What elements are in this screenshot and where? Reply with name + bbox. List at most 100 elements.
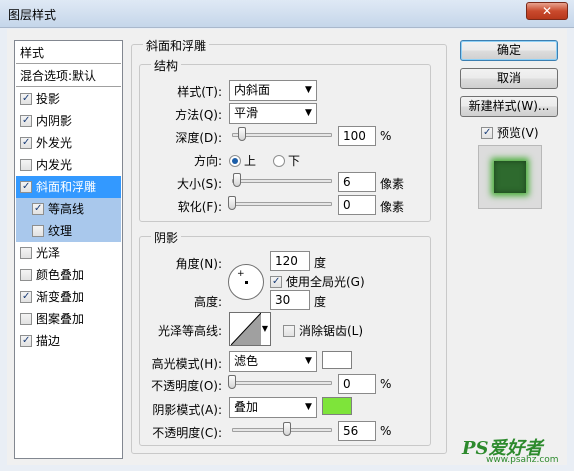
- style-item-bevel-emboss[interactable]: 斜面和浮雕: [16, 176, 121, 198]
- checkbox-icon[interactable]: [270, 276, 282, 288]
- depth-label: 深度(D):: [175, 131, 222, 145]
- anti-aliased-checkbox[interactable]: 消除锯齿(L): [283, 322, 363, 339]
- checkbox-icon[interactable]: [20, 115, 32, 127]
- style-item-outer-glow[interactable]: 外发光: [16, 132, 121, 154]
- style-item-label: 渐变叠加: [36, 290, 85, 304]
- chevron-down-icon: ▼: [305, 85, 312, 95]
- radio-icon[interactable]: [273, 155, 285, 167]
- close-button[interactable]: ✕: [526, 2, 568, 20]
- shadow-opacity-label: 不透明度(C):: [152, 426, 222, 440]
- style-item-drop-shadow[interactable]: 投影: [16, 88, 121, 110]
- size-label: 大小(S):: [176, 177, 222, 191]
- size-input[interactable]: 6: [338, 172, 376, 192]
- size-unit: 像素: [380, 177, 405, 191]
- preview-swatch: [494, 161, 526, 193]
- style-item-label: 投影: [36, 92, 61, 106]
- style-item-texture[interactable]: 纹理: [16, 220, 121, 242]
- shadow-mode-select[interactable]: 叠加 ▼: [229, 397, 317, 418]
- anti-aliased-label: 消除锯齿(L): [299, 324, 364, 338]
- angle-label: 角度(N):: [175, 257, 222, 271]
- style-item-satin[interactable]: 光泽: [16, 242, 121, 264]
- angle-unit: 度: [314, 256, 327, 270]
- depth-slider[interactable]: [232, 133, 332, 137]
- style-label: 样式(T):: [177, 85, 222, 99]
- window-title: 图层样式: [8, 8, 57, 22]
- style-item-label: 等高线: [48, 202, 85, 216]
- highlight-mode-select[interactable]: 滤色 ▼: [229, 351, 317, 372]
- soften-input[interactable]: 0: [338, 195, 376, 215]
- technique-select[interactable]: 平滑 ▼: [229, 103, 317, 124]
- checkbox-icon[interactable]: [20, 181, 32, 193]
- blend-options-item[interactable]: 混合选项:默认: [16, 65, 121, 87]
- new-style-button[interactable]: 新建样式(W)...: [460, 96, 558, 117]
- shadow-opacity-input[interactable]: 56: [338, 421, 376, 441]
- checkbox-icon[interactable]: [20, 159, 32, 171]
- contour-curve-icon: [231, 313, 261, 345]
- style-item-label: 外发光: [36, 136, 73, 150]
- direction-up-radio[interactable]: 上: [229, 152, 256, 169]
- bevel-style-select[interactable]: 内斜面 ▼: [229, 80, 317, 101]
- checkbox-icon[interactable]: [20, 335, 32, 347]
- style-item-stroke[interactable]: 描边: [16, 330, 121, 352]
- soften-slider[interactable]: [232, 202, 332, 206]
- highlight-opacity-label: 不透明度(O):: [151, 379, 222, 393]
- size-slider-thumb[interactable]: [233, 173, 241, 187]
- depth-slider-thumb[interactable]: [238, 127, 246, 141]
- size-slider[interactable]: [232, 179, 332, 183]
- angle-dial[interactable]: +: [228, 264, 264, 300]
- style-item-pattern-overlay[interactable]: 图案叠加: [16, 308, 121, 330]
- highlight-opacity-slider[interactable]: [232, 381, 332, 385]
- direction-down-radio[interactable]: 下: [273, 152, 300, 169]
- use-global-light-checkbox[interactable]: 使用全局光(G): [270, 273, 365, 290]
- highlight-opacity-thumb[interactable]: [228, 375, 236, 389]
- cancel-button[interactable]: 取消: [460, 68, 558, 89]
- structure-title: 结构: [151, 57, 182, 74]
- checkbox-icon[interactable]: [32, 225, 44, 237]
- shadow-mode-label: 阴影模式(A):: [152, 403, 222, 417]
- chevron-down-icon: ▼: [261, 324, 268, 333]
- style-list-header[interactable]: 样式: [16, 42, 121, 64]
- checkbox-icon[interactable]: [20, 93, 32, 105]
- style-item-inner-glow[interactable]: 内发光: [16, 154, 121, 176]
- style-item-gradient-overlay[interactable]: 渐变叠加: [16, 286, 121, 308]
- style-item-label: 斜面和浮雕: [36, 180, 97, 194]
- style-list: 样式 混合选项:默认 投影 内阴影 外发光 内发光 斜面和浮雕 等高线 纹理 光…: [14, 40, 123, 459]
- style-item-contour[interactable]: 等高线: [16, 198, 121, 220]
- checkbox-icon[interactable]: [20, 291, 32, 303]
- direction-up-label: 上: [244, 154, 257, 168]
- style-item-color-overlay[interactable]: 颜色叠加: [16, 264, 121, 286]
- highlight-color-swatch[interactable]: [322, 351, 352, 369]
- radio-icon[interactable]: [229, 155, 241, 167]
- soften-slider-thumb[interactable]: [228, 196, 236, 210]
- highlight-opacity-input[interactable]: 0: [338, 374, 376, 394]
- angle-input[interactable]: 120: [270, 251, 310, 271]
- style-item-label: 描边: [36, 334, 61, 348]
- shadow-color-swatch[interactable]: [322, 397, 352, 415]
- gloss-contour-picker[interactable]: ▼: [229, 312, 271, 346]
- shadow-opacity-thumb[interactable]: [283, 422, 291, 436]
- checkbox-icon[interactable]: [20, 247, 32, 259]
- style-preview-thumbnail: [478, 145, 542, 209]
- gloss-contour-label: 光泽等高线:: [157, 324, 222, 338]
- global-light-label: 使用全局光(G): [286, 275, 365, 289]
- altitude-input[interactable]: 30: [270, 290, 310, 310]
- soften-unit: 像素: [380, 200, 405, 214]
- preview-checkbox[interactable]: 预览(V): [481, 124, 539, 141]
- depth-input[interactable]: 100: [338, 126, 376, 146]
- checkbox-icon[interactable]: [20, 137, 32, 149]
- shadow-opacity-slider[interactable]: [232, 428, 332, 432]
- checkbox-icon[interactable]: [32, 203, 44, 215]
- dial-center-icon: [245, 281, 248, 284]
- checkbox-icon[interactable]: [283, 325, 295, 337]
- style-item-label: 光泽: [36, 246, 61, 260]
- checkbox-icon[interactable]: [481, 127, 493, 139]
- ok-button[interactable]: 确定: [460, 40, 558, 61]
- style-item-label: 纹理: [48, 224, 73, 238]
- style-item-label: 内发光: [36, 158, 73, 172]
- style-item-inner-shadow[interactable]: 内阴影: [16, 110, 121, 132]
- chevron-down-icon: ▼: [305, 356, 312, 366]
- crosshair-icon: +: [237, 269, 245, 279]
- bevel-emboss-title: 斜面和浮雕: [143, 37, 210, 54]
- checkbox-icon[interactable]: [20, 313, 32, 325]
- checkbox-icon[interactable]: [20, 269, 32, 281]
